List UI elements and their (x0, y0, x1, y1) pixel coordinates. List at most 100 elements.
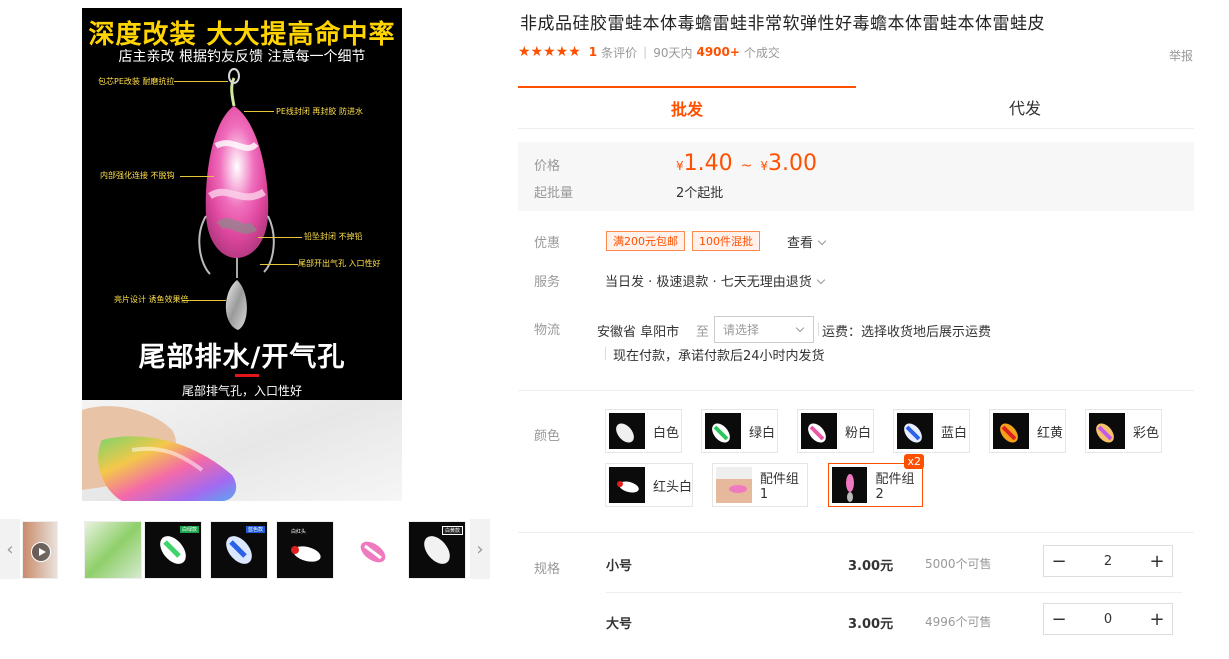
price-box: 价格 ¥1.40 ~ ¥3.00 起批量 2个起批 (518, 142, 1194, 211)
price-high: 3.00 (768, 151, 817, 176)
play-icon (31, 542, 51, 562)
color-option-accessory-set-2[interactable]: 配件组2 x2 (828, 454, 924, 507)
color-option-label: 配件组1 (759, 472, 799, 502)
spec-stock: 5000个可售 (925, 557, 992, 571)
thumbnail[interactable] (342, 521, 400, 579)
image-underline (235, 374, 259, 377)
color-swatch (801, 413, 837, 449)
purchase-tabs: 批发 代发 (518, 86, 1194, 129)
period-label: 90天内 (653, 45, 693, 60)
color-option-label: 彩色 (1133, 425, 1160, 441)
color-option-green-white[interactable]: 绿白 (701, 409, 778, 453)
spec-stock: 4996个可售 (925, 615, 992, 629)
color-option-blue-white[interactable]: 蓝白 (893, 409, 970, 453)
image-note: 包芯PE改装 耐磨抗拉 (98, 77, 175, 86)
spec-price: 3.00元 (848, 559, 894, 574)
thumbnail-tag: 蓝色款 (245, 526, 265, 533)
delivery-promise: 现在付款，承诺付款后24小时内发货 (605, 345, 825, 364)
service-text: 当日发 · 极速退款 · 七天无理由退货 (605, 275, 812, 290)
image-note: 铅坠封闭 不掉铅 (304, 232, 363, 241)
thumbnail-tag: 白黄款 (441, 526, 463, 535)
destination-select[interactable]: 请选择 (714, 316, 814, 343)
review-count[interactable]: 1 (589, 45, 597, 59)
section-divider (518, 532, 1194, 533)
price-label: 价格 (534, 159, 561, 174)
chevron-right-icon: › (476, 538, 484, 560)
sold-count: 4900+ (696, 45, 740, 59)
rating-bar: ★★★★★ 1 条评价 | 90天内 4900+ 个成交 (518, 44, 780, 60)
thumbnail-tag: 白绿款 (179, 526, 199, 533)
spec-price: 3.00元 (848, 617, 894, 632)
view-offers-button[interactable]: 查看 (787, 232, 827, 251)
quantity-input[interactable]: 2 (1074, 546, 1142, 576)
tab-dropship[interactable]: 代发 (856, 86, 1194, 128)
chevron-down-icon (816, 275, 826, 285)
image-note: 亮片设计 诱鱼效果倍 (114, 295, 189, 304)
ship-to-label: 至 (696, 325, 710, 340)
thumbnail[interactable]: 白黄款 (408, 521, 466, 579)
hand-photo (82, 400, 402, 501)
color-swatch (609, 467, 645, 503)
color-option-label: 红头白 (653, 479, 693, 495)
color-option-pink-white[interactable]: 粉白 (797, 409, 874, 453)
image-big-text: 尾部排水/开气孔 (138, 342, 346, 373)
thumbnail[interactable]: 蓝色款 (210, 521, 268, 579)
star-rating-icon: ★★★★★ (518, 44, 581, 60)
ship-from: 安徽省 阜阳市 (597, 325, 680, 340)
thumb-prev-button[interactable]: ‹ (0, 519, 20, 579)
color-option-label: 白色 (653, 425, 680, 441)
coupon-free-shipping[interactable]: 满200元包邮 (606, 231, 685, 251)
tab-wholesale[interactable]: 批发 (518, 86, 856, 128)
spec-name: 大号 (606, 617, 633, 632)
thumbnail-strip: ‹ 白绿款 蓝色款 白红头 白黄款 › (0, 519, 490, 579)
moq-value: 2个起批 (676, 186, 724, 201)
spec-row: 大号 3.00元 4996个可售 − 0 + (606, 603, 1182, 659)
increase-button[interactable]: + (1142, 604, 1172, 634)
coupon-mixed-batch[interactable]: 100件混批 (692, 231, 760, 251)
spec-label: 规格 (534, 562, 561, 577)
chevron-down-icon (795, 323, 805, 333)
logistics-label: 物流 (534, 323, 561, 338)
thumbnail[interactable] (84, 521, 142, 579)
moq-label: 起批量 (534, 186, 574, 201)
quantity-stepper: − 2 + (1043, 545, 1173, 577)
freight-info: 运费：选择收货地后展示运费 (817, 321, 991, 340)
color-option-red-yellow[interactable]: 红黄 (989, 409, 1066, 453)
color-option-label: 蓝白 (941, 425, 968, 441)
spec-divider (606, 592, 1182, 593)
image-subhead: 店主亲改 根据钓友反馈 注意每一个细节 (118, 49, 366, 65)
color-option-label: 红黄 (1037, 425, 1064, 441)
color-swatch (705, 413, 741, 449)
color-option-accessory-set-1[interactable]: 配件组1 (712, 463, 808, 507)
color-option-white[interactable]: 白色 (605, 409, 682, 453)
service-dropdown[interactable]: 当日发 · 极速退款 · 七天无理由退货 (605, 271, 826, 290)
product-title: 非成品硅胶雷蛙本体毒蟾雷蛙非常软弹性好毒蟾本体雷蛙本体雷蛙皮 (520, 14, 1045, 34)
price-range: ¥1.40 ~ ¥3.00 (676, 151, 817, 176)
image-note: PE线封闭 再封胶 防进水 (276, 107, 363, 116)
main-product-image[interactable]: 深度改装 大大提高命中率 店主亲改 根据钓友反馈 注意每一个细节 包芯PE改装 … (82, 8, 402, 501)
spec-row: 小号 3.00元 5000个可售 − 2 + (606, 545, 1182, 605)
decrease-button[interactable]: − (1044, 546, 1074, 576)
color-swatch (716, 467, 752, 503)
offers-label: 优惠 (534, 236, 561, 251)
chevron-left-icon: ‹ (6, 538, 14, 560)
report-link[interactable]: 举报 (1169, 47, 1193, 64)
thumb-next-button[interactable]: › (470, 519, 490, 579)
color-option-red-head-white[interactable]: 红头白 (605, 463, 693, 507)
review-label[interactable]: 条评价 (601, 44, 637, 61)
destination-placeholder: 请选择 (723, 323, 760, 337)
color-swatch (897, 413, 933, 449)
color-option-label: 配件组2 (875, 472, 915, 502)
increase-button[interactable]: + (1142, 546, 1172, 576)
lure-thumb-pink (360, 541, 386, 563)
color-option-multicolor[interactable]: 彩色 (1085, 409, 1162, 453)
price-low: 1.40 (683, 151, 733, 176)
thumbnail-video[interactable] (22, 521, 58, 579)
image-note: 内部强化连接 不脱钩 (100, 171, 175, 180)
sold-label: 个成交 (743, 45, 780, 60)
decrease-button[interactable]: − (1044, 604, 1074, 634)
thumbnail[interactable]: 白绿款 (144, 521, 202, 579)
thumbnail[interactable]: 白红头 (276, 521, 334, 579)
quantity-input[interactable]: 0 (1074, 604, 1142, 634)
color-label: 颜色 (534, 429, 561, 444)
